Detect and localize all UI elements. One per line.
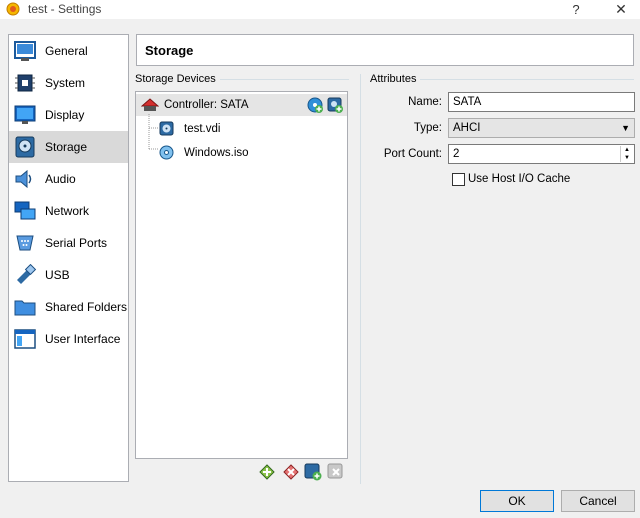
sidebar-item-label: Serial Ports (45, 236, 108, 250)
sidebar-item-label: Shared Folders (45, 300, 128, 314)
spin-buttons[interactable]: ▲ ▼ (620, 146, 633, 162)
sidebar-item-network[interactable]: Network (9, 195, 128, 227)
monitor-icon (14, 105, 36, 124)
add-optical-drive-icon[interactable] (307, 97, 323, 113)
settings-sidebar: General System Display Storage Audio Net… (8, 34, 129, 482)
add-attachment-icon[interactable] (304, 463, 322, 481)
storage-devices-label: Storage Devices (135, 73, 220, 85)
folder-icon (14, 300, 36, 316)
host-cache-checkbox[interactable] (452, 173, 465, 186)
sidebar-item-label: System (45, 76, 86, 90)
type-select-value: AHCI (453, 122, 481, 134)
sidebar-item-shared-folders[interactable]: Shared Folders (9, 291, 128, 323)
host-cache-label: Use Host I/O Cache (468, 173, 571, 185)
disk-icon (15, 136, 35, 158)
add-controller-icon[interactable] (258, 463, 276, 481)
sidebar-item-usb[interactable]: USB (9, 259, 128, 291)
tree-controller-sata[interactable]: Controller: SATA (136, 94, 347, 116)
sidebar-item-audio[interactable]: Audio (9, 163, 128, 195)
tree-attachment-test-vdi[interactable]: test.vdi (136, 118, 347, 140)
page-title: Storage (145, 43, 194, 58)
network-icon (14, 201, 36, 220)
sidebar-item-storage[interactable]: Storage (9, 131, 128, 163)
close-button[interactable]: ✕ (606, 0, 636, 19)
port-count-value: 2 (453, 148, 460, 160)
cancel-button[interactable]: Cancel (561, 490, 635, 512)
spin-up-icon[interactable]: ▲ (621, 146, 633, 154)
port-count-spinbox[interactable]: 2 ▲ ▼ (448, 144, 635, 164)
general-icon (14, 41, 36, 61)
tree-attachment-windows-iso[interactable]: Windows.iso (136, 142, 347, 164)
controller-icon (141, 98, 159, 111)
serial-port-icon (16, 235, 34, 251)
attributes-label: Attributes (370, 73, 421, 85)
sidebar-item-label: USB (45, 268, 70, 282)
sidebar-item-serial-ports[interactable]: Serial Ports (9, 227, 128, 259)
title-bar: test - Settings ? ✕ (0, 0, 640, 19)
sidebar-item-label: Audio (45, 172, 76, 186)
remove-controller-icon[interactable] (282, 463, 300, 481)
sidebar-item-system[interactable]: System (9, 67, 128, 99)
attachment-label: Windows.iso (184, 147, 249, 159)
storage-tree[interactable]: Controller: SATA test.vdi Windows.iso (135, 91, 348, 459)
port-count-label: Port Count: (383, 148, 442, 160)
optical-disc-icon (159, 145, 174, 160)
controller-label: Controller: SATA (164, 99, 249, 111)
sidebar-item-label: Display (45, 108, 85, 122)
type-label: Type: (413, 122, 442, 134)
help-button[interactable]: ? (566, 0, 586, 19)
name-field-value: SATA (453, 96, 482, 108)
name-field[interactable]: SATA (448, 92, 635, 112)
hard-disk-icon (159, 121, 174, 136)
virtualbox-app-icon (6, 2, 20, 16)
type-select[interactable]: AHCI ▼ (448, 118, 635, 138)
remove-attachment-icon (327, 463, 343, 479)
attachment-label: test.vdi (184, 123, 221, 135)
vertical-separator (360, 74, 361, 484)
add-hard-disk-icon[interactable] (327, 97, 343, 113)
page-header: Storage (136, 34, 634, 66)
sidebar-item-label: Network (45, 204, 90, 218)
speaker-icon (15, 169, 32, 189)
chevron-down-icon: ▼ (621, 123, 630, 133)
chip-icon (15, 74, 35, 92)
usb-icon (17, 264, 37, 284)
sidebar-item-display[interactable]: Display (9, 99, 128, 131)
spin-down-icon[interactable]: ▼ (621, 154, 633, 162)
ok-button[interactable]: OK (480, 490, 554, 512)
window-icon (14, 329, 36, 349)
sidebar-item-user-interface[interactable]: User Interface (9, 323, 128, 355)
sidebar-item-label: Storage (45, 140, 88, 154)
window-title: test - Settings (28, 2, 102, 16)
sidebar-item-label: User Interface (45, 332, 121, 346)
name-label: Name: (408, 96, 442, 108)
sidebar-item-general[interactable]: General (9, 35, 128, 67)
sidebar-item-label: General (45, 44, 88, 58)
